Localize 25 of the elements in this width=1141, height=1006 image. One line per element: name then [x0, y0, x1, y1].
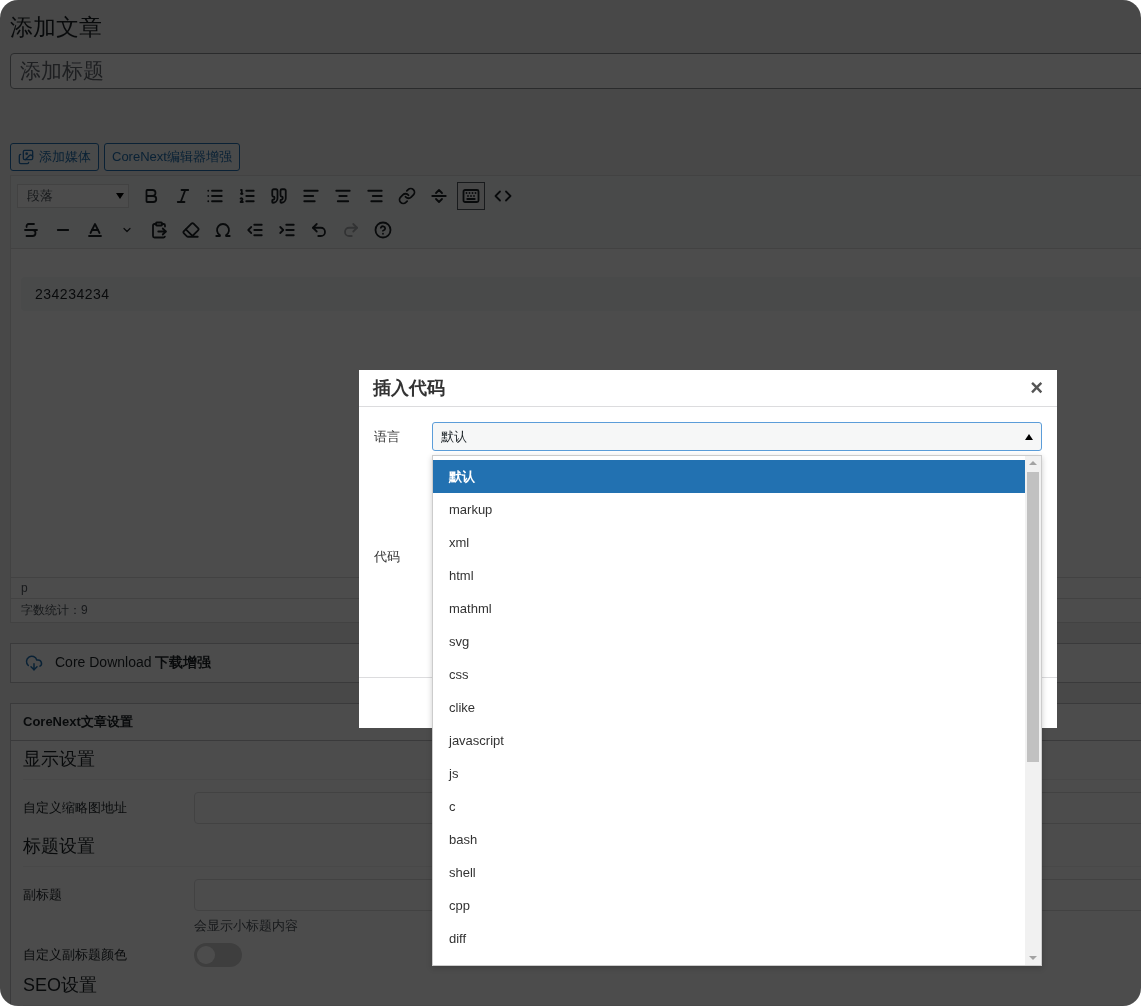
dropdown-option[interactable]: svg [433, 625, 1025, 658]
panel-title: Core Download 下载增强 [55, 654, 212, 672]
dropdown-option[interactable]: markup [433, 493, 1025, 526]
page-title: 添加文章 [10, 13, 103, 42]
dialog-title: 插入代码 [373, 377, 445, 400]
dropdown-option[interactable]: diff [433, 922, 1025, 955]
dropdown-option[interactable]: xml [433, 526, 1025, 559]
field-label: 代码 [374, 548, 401, 566]
dropdown-option[interactable]: javascript [433, 724, 1025, 757]
field-label: 自定义缩略图地址 [23, 799, 128, 817]
dropdown-option[interactable]: clike [433, 691, 1025, 724]
dropdown-option[interactable]: 默认 [433, 460, 1025, 493]
dropdown-option[interactable]: css [433, 658, 1025, 691]
dropdown-option[interactable]: cpp [433, 889, 1025, 922]
field-label: 自定义副标题颜色 [23, 946, 128, 964]
scrollbar[interactable] [1025, 456, 1041, 965]
language-select[interactable]: 默认 [432, 422, 1042, 451]
dropdown-option[interactable]: shell [433, 856, 1025, 889]
dropdown-option[interactable]: c [433, 790, 1025, 823]
dropdown-option[interactable]: js [433, 757, 1025, 790]
close-button[interactable]: × [1030, 377, 1043, 399]
dropdown-option[interactable]: bash [433, 823, 1025, 856]
field-label: 语言 [374, 427, 401, 446]
caret-icon [1025, 433, 1033, 440]
field-label: 副标题 [23, 886, 63, 904]
